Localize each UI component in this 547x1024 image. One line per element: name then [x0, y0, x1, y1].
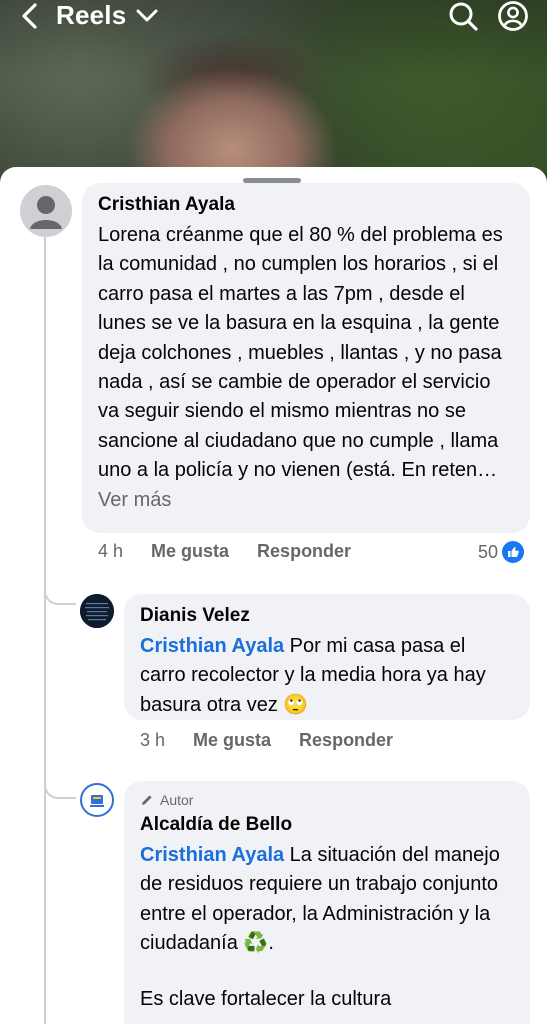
comment-bubble[interactable]: Cristhian Ayala Lorena créanme que el 80… — [82, 183, 530, 533]
reply-actions: 3 h Me gusta Responder — [140, 730, 393, 751]
reaction-count-label: 50 — [478, 541, 499, 562]
reply-author[interactable]: Alcaldía de Bello — [140, 813, 514, 837]
reply-author[interactable]: Dianis Velez — [140, 604, 514, 628]
municipality-logo-icon — [83, 786, 111, 814]
mention-link[interactable]: Cristhian Ayala — [140, 635, 284, 657]
thread-line — [44, 237, 46, 1024]
reply-text: Cristhian Ayala Por mi casa pasa el carr… — [140, 632, 514, 720]
comments-sheet[interactable]: Cristhian Ayala Lorena créanme que el 80… — [0, 167, 547, 1024]
reply-connector — [44, 575, 76, 605]
back-arrow-icon[interactable] — [18, 2, 44, 30]
search-icon[interactable] — [446, 0, 480, 32]
mention-link[interactable]: Cristhian Ayala — [140, 844, 284, 866]
reply-time: 3 h — [140, 730, 166, 750]
profile-icon[interactable] — [496, 0, 530, 32]
reply-bubble[interactable]: Autor Alcaldía de Bello Cristhian Ayala … — [124, 781, 530, 1024]
pencil-icon — [142, 795, 152, 805]
comment-body: Lorena créanme que el 80 % del problema … — [98, 224, 503, 482]
reply-connector — [44, 767, 76, 799]
like-button[interactable]: Me gusta — [193, 730, 271, 751]
comment-text: Lorena créanme que el 80 % del problema … — [98, 221, 514, 515]
default-avatar-icon — [30, 196, 62, 229]
see-more-link[interactable]: Ver más — [98, 489, 171, 511]
reaction-count[interactable]: 50 — [478, 541, 525, 563]
reels-top-bar: Reels — [0, 0, 547, 34]
avatar[interactable] — [80, 783, 114, 817]
comment-actions: 4 h Me gusta Responder — [98, 541, 351, 562]
chevron-down-icon[interactable] — [134, 4, 160, 28]
avatar[interactable] — [20, 185, 72, 237]
reply-text-continued: Es clave fortalecer la cultura — [140, 987, 392, 1010]
comment-time: 4 h — [98, 541, 124, 561]
reply-button[interactable]: Responder — [257, 541, 351, 562]
reply-bubble[interactable]: Dianis Velez Cristhian Ayala Por mi casa… — [124, 594, 530, 720]
author-badge-label: Autor — [160, 792, 194, 808]
comment-author[interactable]: Cristhian Ayala — [98, 193, 514, 217]
reply-button[interactable]: Responder — [299, 730, 393, 751]
page-title[interactable]: Reels — [56, 0, 126, 31]
profile-photo-icon — [80, 594, 114, 628]
reply-text: Cristhian Ayala La situación del manejo … — [140, 841, 514, 959]
author-badge: Autor — [140, 791, 514, 809]
thumbs-up-icon — [502, 541, 525, 563]
like-button[interactable]: Me gusta — [151, 541, 229, 562]
avatar[interactable] — [80, 594, 114, 628]
